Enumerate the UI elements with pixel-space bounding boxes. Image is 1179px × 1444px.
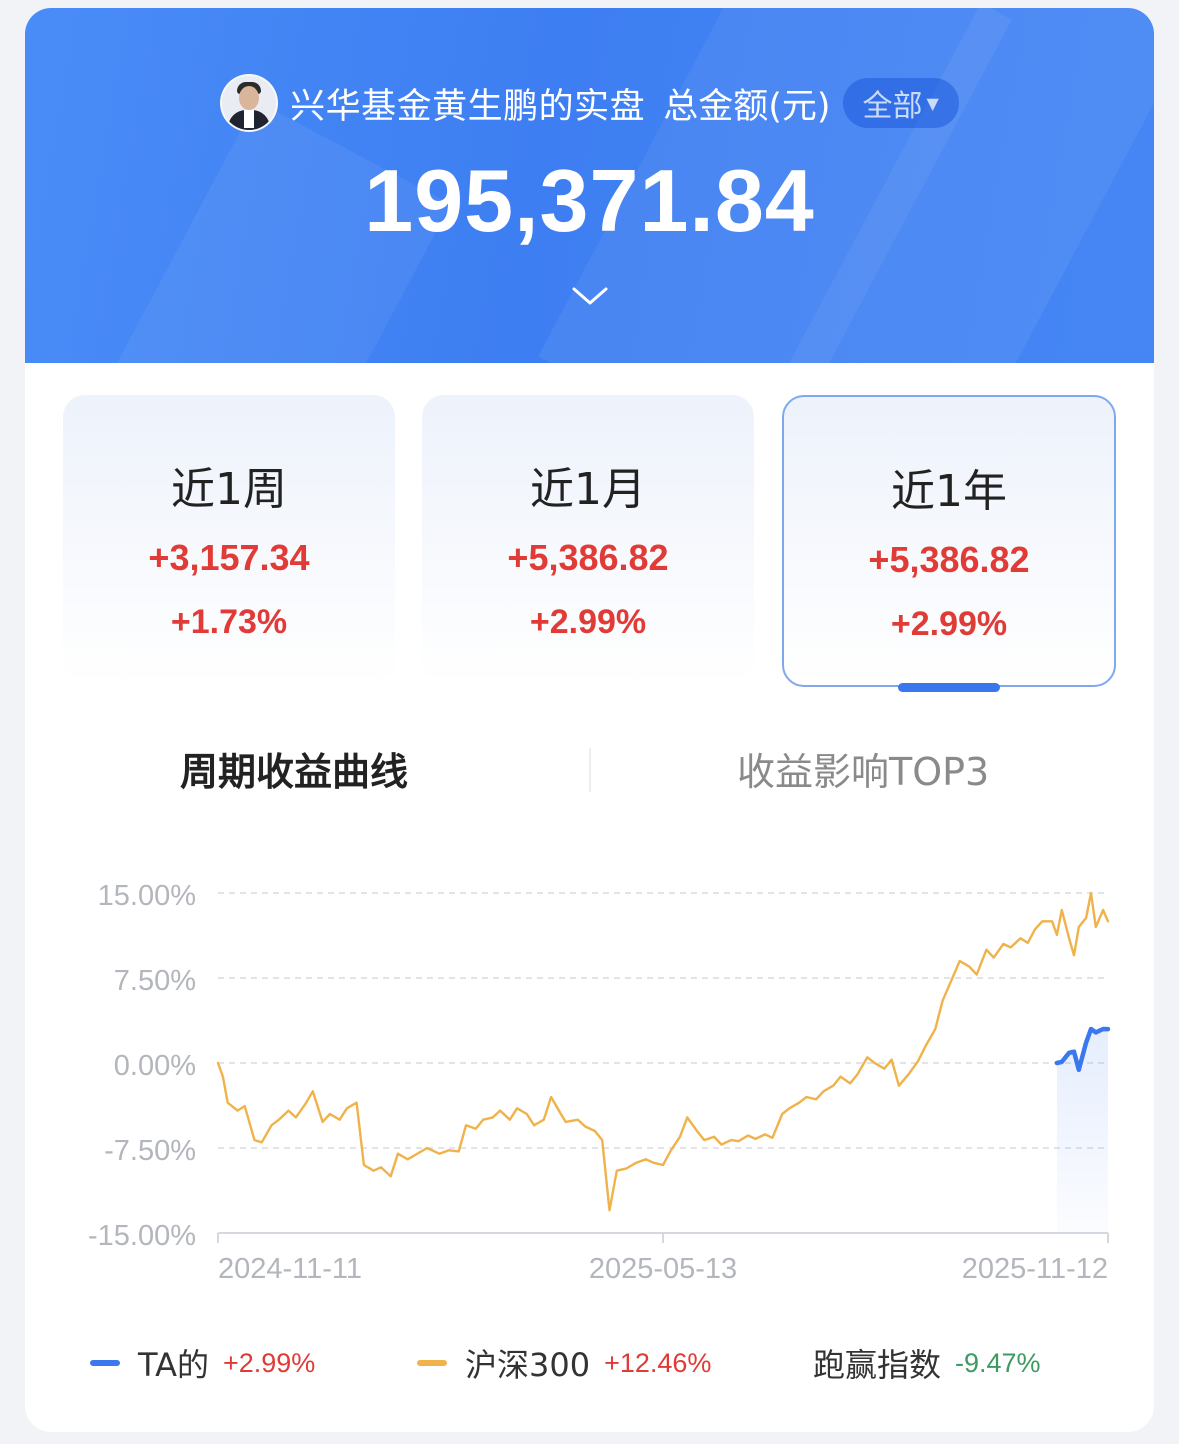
series-line-csi300 bbox=[216, 891, 1110, 1212]
legend-item-ta: TA的 +2.99% bbox=[90, 1338, 315, 1388]
portfolio-owner-name: 兴华基金黄生鹏的实盘 bbox=[290, 86, 646, 127]
y-tick-label: -7.50% bbox=[104, 1135, 196, 1167]
y-tick-label: -15.00% bbox=[88, 1220, 196, 1252]
tab-return-curve[interactable]: 周期收益曲线 bbox=[180, 738, 408, 798]
x-tick-label: 2024-11-11 bbox=[218, 1253, 362, 1285]
header-banner: 兴华基金黄生鹏的实盘 总金额(元) 全部 ▼ 195,371.84 bbox=[25, 8, 1154, 363]
legend-swatch bbox=[90, 1360, 120, 1366]
period-label: 近1月 bbox=[530, 464, 646, 515]
tab-top3-impact[interactable]: 收益影响TOP3 bbox=[737, 738, 989, 798]
tab-divider bbox=[589, 748, 591, 792]
chevron-down-icon[interactable] bbox=[570, 284, 610, 308]
caret-down-icon: ▼ bbox=[926, 93, 939, 113]
period-amount: +5,386.82 bbox=[868, 539, 1030, 580]
period-card-month[interactable]: 近1月 +5,386.82 +2.99% bbox=[422, 395, 754, 685]
y-tick-label: 0.00% bbox=[114, 1050, 196, 1082]
total-amount: 195,371.84 bbox=[364, 151, 815, 250]
period-label: 近1周 bbox=[171, 464, 287, 515]
x-tick-label: 2025-11-12 bbox=[962, 1253, 1108, 1285]
period-card-year[interactable]: 近1年 +5,386.82 +2.99% bbox=[782, 395, 1116, 687]
portfolio-card: 兴华基金黄生鹏的实盘 总金额(元) 全部 ▼ 195,371.84 近1周 +3… bbox=[25, 8, 1154, 1432]
period-amount: +3,157.34 bbox=[148, 537, 310, 578]
scope-dropdown[interactable]: 全部 ▼ bbox=[842, 78, 959, 128]
selected-period-indicator bbox=[898, 683, 1000, 692]
y-tick-label: 15.00% bbox=[98, 880, 196, 912]
period-percent: +2.99% bbox=[890, 605, 1008, 643]
period-amount: +5,386.82 bbox=[507, 537, 669, 578]
legend-swatch bbox=[417, 1360, 447, 1366]
legend-label: 沪深300 bbox=[465, 1346, 591, 1384]
legend-value: +2.99% bbox=[222, 1347, 316, 1378]
y-tick-label: 7.50% bbox=[114, 965, 196, 997]
period-label: 近1年 bbox=[891, 466, 1007, 517]
period-percent: +2.99% bbox=[529, 603, 647, 641]
scope-dropdown-value: 全部 bbox=[862, 89, 923, 124]
avatar[interactable] bbox=[220, 74, 279, 132]
legend-value: -9.47% bbox=[955, 1347, 1041, 1378]
legend-label: TA的 bbox=[138, 1346, 209, 1384]
legend-item-csi300: 沪深300 +12.46% bbox=[417, 1338, 711, 1388]
legend-item-excess: 跑赢指数 -9.47% bbox=[813, 1338, 1041, 1388]
period-card-week[interactable]: 近1周 +3,157.34 +1.73% bbox=[63, 395, 395, 685]
period-percent: +1.73% bbox=[170, 603, 288, 641]
total-amount-label: 总金额(元) bbox=[663, 86, 831, 127]
x-tick-label: 2025-05-13 bbox=[589, 1253, 737, 1285]
return-curve-chart[interactable]: 15.00% 7.50% 0.00% -7.50% -15.00% 2024-11-11 2… bbox=[25, 848, 1154, 1288]
legend-label: 跑赢指数 bbox=[813, 1346, 942, 1384]
legend-value: +12.46% bbox=[604, 1347, 712, 1378]
header-title-row: 兴华基金黄生鹏的实盘 总金额(元) 全部 ▼ bbox=[25, 72, 1154, 134]
